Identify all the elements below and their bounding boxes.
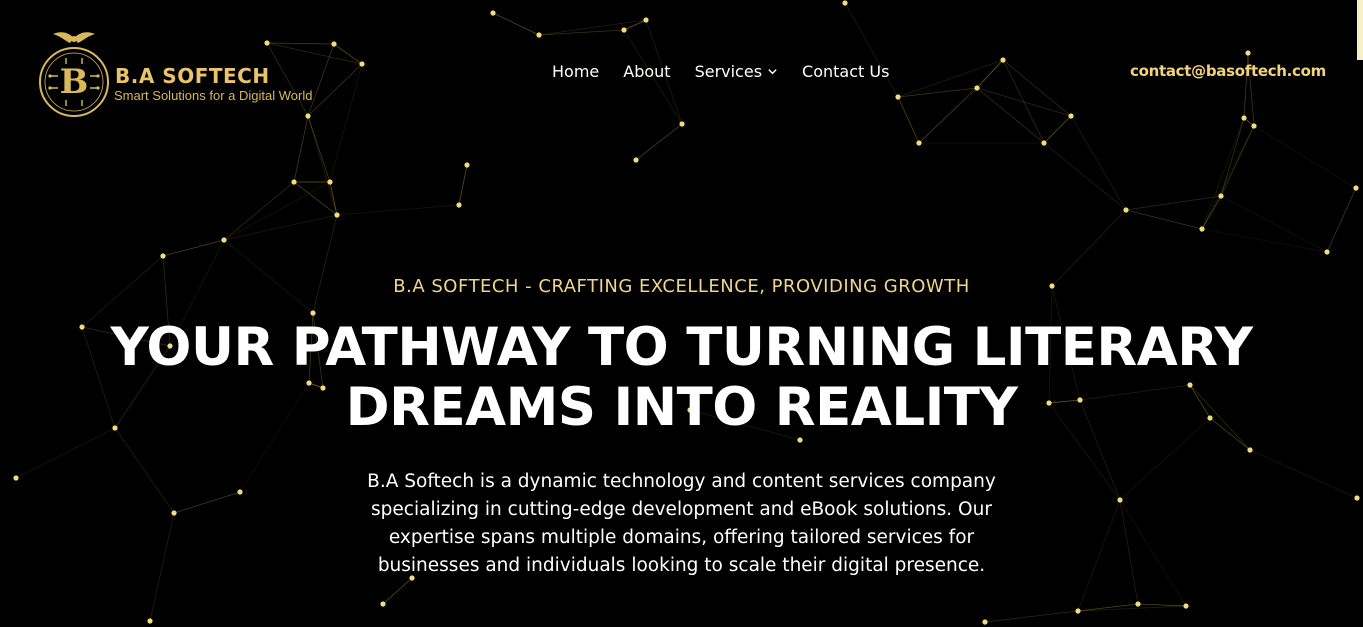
contact-email-link[interactable]: contact@basoftech.com — [1130, 62, 1326, 80]
main-navigation: Home About Services Contact Us — [552, 62, 889, 81]
network-line — [984, 610, 1079, 623]
network-node — [327, 179, 333, 185]
network-node — [221, 237, 227, 243]
network-line — [382, 577, 413, 605]
brand-logo[interactable]: B B.A SOFTECH Smart Solutions for a Digi… — [36, 28, 336, 120]
page-scrollbar[interactable] — [1357, 0, 1363, 60]
network-line — [162, 239, 225, 257]
network-line — [1201, 125, 1255, 230]
network-node — [1324, 249, 1330, 255]
network-node — [916, 140, 922, 146]
network-line — [336, 204, 460, 216]
network-line — [223, 214, 338, 241]
network-node — [982, 619, 988, 625]
network-line — [1137, 603, 1187, 607]
nav-home[interactable]: Home — [552, 62, 599, 81]
network-node — [456, 202, 462, 208]
network-node — [1123, 207, 1129, 213]
network-line — [1326, 187, 1357, 253]
brand-tagline: Smart Solutions for a Digital World — [114, 88, 313, 103]
network-node — [147, 618, 153, 624]
hero-kicker: B.A SOFTECH - CRAFTING EXCELLENCE, PROVI… — [393, 276, 970, 297]
hero-description: B.A Softech is a dynamic technology and … — [367, 471, 996, 576]
network-node — [1199, 226, 1205, 232]
brand-name: B.A SOFTECH — [115, 64, 270, 88]
chevron-down-icon[interactable] — [767, 66, 778, 77]
network-node — [1218, 193, 1224, 199]
network-node — [1075, 608, 1081, 614]
hero-title: YOUR PATHWAY TO TURNING LITERARY DREAMS … — [110, 317, 1253, 438]
network-line — [223, 181, 331, 241]
nav-contact-us[interactable]: Contact Us — [802, 62, 889, 81]
network-node — [1353, 185, 1359, 191]
network-line — [1201, 195, 1222, 230]
network-line — [223, 181, 295, 241]
network-node — [334, 212, 340, 218]
network-node — [160, 253, 166, 259]
network-node — [1183, 603, 1189, 609]
network-line — [1125, 195, 1222, 211]
network-node — [464, 162, 470, 168]
network-node — [1135, 601, 1141, 607]
network-line — [1201, 228, 1328, 253]
logo-monogram: B — [59, 62, 89, 102]
network-line — [458, 164, 468, 206]
nav-about[interactable]: About — [623, 62, 670, 81]
network-node — [291, 179, 297, 185]
network-line — [1125, 209, 1203, 230]
hero-section: B.A SOFTECH - CRAFTING EXCELLENCE, PROVI… — [0, 272, 1363, 580]
nav-services[interactable]: Services — [695, 62, 778, 81]
network-line — [1077, 605, 1187, 612]
network-line — [1043, 142, 1127, 211]
network-node — [380, 601, 386, 607]
nav-services-label[interactable]: Services — [695, 62, 762, 81]
network-line — [1220, 195, 1328, 253]
network-node — [633, 157, 639, 163]
network-node — [1041, 140, 1047, 146]
site-header: B B.A SOFTECH Smart Solutions for a Digi… — [0, 0, 1363, 140]
